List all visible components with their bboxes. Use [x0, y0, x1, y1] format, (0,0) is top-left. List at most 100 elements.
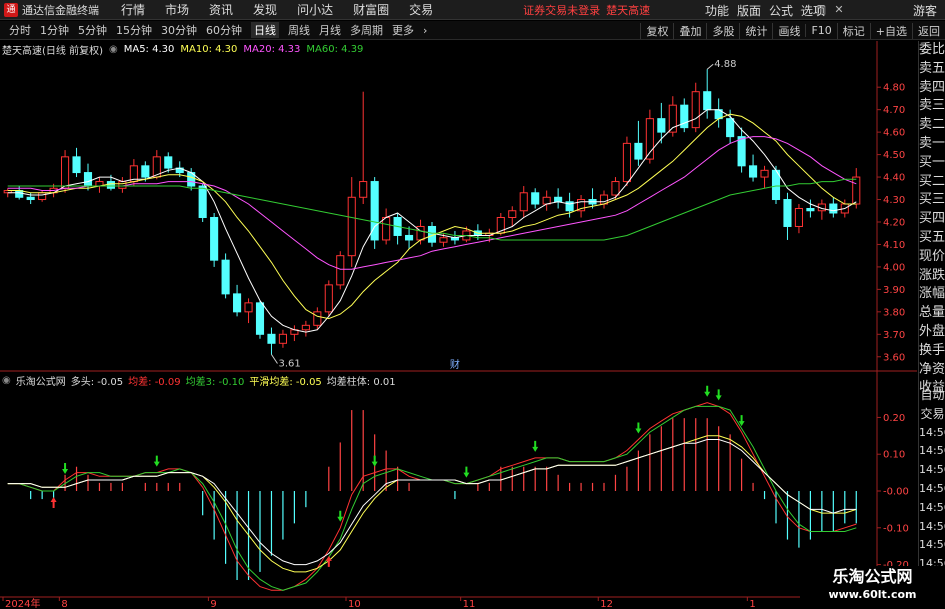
- candle-body: [554, 196, 563, 203]
- candle-body: [611, 181, 620, 196]
- candle-body: [72, 156, 81, 174]
- candle-body: [278, 333, 287, 344]
- candle-body: [210, 216, 219, 261]
- green-arrow-icon: [337, 510, 344, 522]
- candle-body: [382, 216, 391, 241]
- candle-body: [542, 196, 551, 205]
- green-arrow-icon: [715, 389, 722, 401]
- candle-body: [783, 199, 792, 227]
- price-annotation: 3.61: [278, 359, 300, 370]
- indicator-header: ◉ 乐淘公式网 多头: -0.05 均差: -0.09 均差3: -0.10 平…: [2, 373, 401, 388]
- price-tick-label: 3.60: [883, 352, 905, 363]
- side-item[interactable]: 买五: [919, 229, 945, 248]
- settings-circle-icon[interactable]: ◉: [109, 44, 118, 55]
- candle-body: [164, 156, 173, 169]
- side-item[interactable]: 换手: [919, 342, 945, 361]
- side-item[interactable]: 买二: [919, 173, 945, 192]
- candle-body: [657, 118, 666, 133]
- junc-value: 均差: -0.09: [128, 376, 181, 388]
- side-item[interactable]: 买四: [919, 210, 945, 229]
- candle-body: [267, 333, 276, 344]
- bar-value: 均差柱体: 0.01: [326, 376, 396, 388]
- time-tick-label: 11: [463, 599, 476, 609]
- price-tick-label: 3.80: [883, 307, 905, 318]
- watermark: 乐淘公式网 www.60lt.com: [800, 566, 945, 609]
- candle-body: [324, 284, 333, 313]
- candle-body: [359, 181, 368, 198]
- side-item[interactable]: 涨跌: [919, 267, 945, 286]
- indicator-tick-label: -0.10: [883, 523, 909, 534]
- main-chart-header: 楚天高速(日线 前复权) ◉ MA5: 4.30 MA10: 4.30 MA20…: [2, 42, 369, 57]
- side-item[interactable]: 交易: [919, 405, 945, 424]
- candle-body: [141, 165, 150, 178]
- candle-body: [829, 203, 838, 214]
- tick-time: 14:56: [919, 444, 945, 458]
- candle-body: [244, 302, 253, 313]
- side-item[interactable]: 卖四: [919, 79, 945, 98]
- side-item[interactable]: 卖二: [919, 116, 945, 135]
- candle-body: [15, 190, 24, 198]
- candle-body: [508, 210, 517, 218]
- candle-body: [691, 91, 700, 129]
- side-item[interactable]: 卖三: [919, 97, 945, 116]
- price-chart[interactable]: 4.80 4.70 4.60 4.50 4.40 4.30 4.20 4.10 4.00 3.90…: [0, 0, 918, 609]
- indicator-name: 乐淘公式网: [15, 376, 66, 388]
- indicator-tick-label: 0.20: [883, 413, 905, 424]
- candle-body: [703, 91, 712, 111]
- candle-body: [531, 192, 540, 205]
- candle-body: [198, 185, 207, 218]
- candle-body: [233, 293, 242, 313]
- candle-body: [61, 156, 70, 189]
- side-item[interactable]: 涨幅: [919, 285, 945, 304]
- candle-body: [301, 324, 310, 331]
- candle-body: [737, 136, 746, 167]
- ma20-value: MA20: 4.33: [243, 43, 301, 55]
- indicator-tick-label: -0.00: [883, 487, 909, 498]
- candle-body: [347, 196, 356, 257]
- side-item[interactable]: 卖一: [919, 135, 945, 154]
- side-item[interactable]: 卖五: [919, 60, 945, 79]
- candle-body: [106, 181, 115, 189]
- indicator-tick-label: 0.10: [883, 450, 905, 461]
- indicator-line: [7, 405, 857, 591]
- candle-body: [749, 165, 758, 178]
- green-arrow-icon: [371, 455, 378, 467]
- candle-body: [760, 169, 769, 178]
- junc3-value: 均差3: -0.10: [185, 376, 245, 388]
- side-item[interactable]: 买一: [919, 154, 945, 173]
- price-tick-label: 4.80: [883, 83, 905, 94]
- price-annotation: 4.88: [714, 59, 736, 70]
- price-tick-label: 4.00: [883, 262, 905, 273]
- candle-body: [26, 196, 35, 201]
- candle-body: [852, 176, 861, 205]
- finance-marker: 财: [450, 358, 460, 371]
- green-arrow-icon: [532, 440, 539, 452]
- candle-body: [806, 208, 815, 212]
- settings-circle-icon[interactable]: ◉: [2, 375, 11, 386]
- ma10-value: MA10: 4.30: [180, 43, 238, 55]
- candle-body: [38, 192, 47, 201]
- price-tick-label: 4.50: [883, 150, 905, 161]
- side-item[interactable]: 总量: [919, 304, 945, 323]
- side-item[interactable]: 净资: [919, 361, 945, 380]
- tick-time: 14:56: [919, 463, 945, 477]
- quote-side-panel: 委比 卖五 卖四 卖三 卖二 卖一 买一 买二 买三 买四 买五 现价 涨跌 涨幅 总量 外盘 换手 净资 收益 自…: [918, 41, 945, 609]
- tick-time: 14:56: [919, 538, 945, 552]
- price-tick-label: 4.10: [883, 240, 905, 251]
- side-item[interactable]: 现价: [919, 248, 945, 267]
- red-arrow-icon: [325, 555, 332, 567]
- candle-body: [255, 302, 265, 335]
- candle-body: [794, 208, 803, 227]
- candle-body: [519, 192, 528, 212]
- side-item[interactable]: 自动: [919, 386, 945, 405]
- side-item[interactable]: 委比: [919, 41, 945, 60]
- time-tick-label: 8: [61, 599, 67, 609]
- side-item[interactable]: 买三: [919, 191, 945, 210]
- stock-title: 楚天高速(日线 前复权): [2, 45, 103, 57]
- price-tick-label: 3.70: [883, 330, 905, 341]
- side-item[interactable]: 外盘: [919, 323, 945, 342]
- smooth-value: 平滑均差: -0.05: [249, 376, 322, 388]
- green-arrow-icon: [635, 422, 642, 434]
- green-arrow-icon: [463, 466, 470, 478]
- time-tick-label: 10: [348, 599, 361, 609]
